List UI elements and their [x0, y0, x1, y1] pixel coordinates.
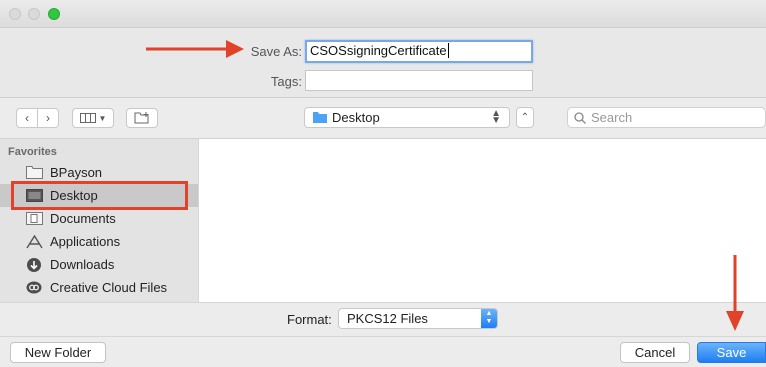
window-titlebar — [0, 0, 766, 28]
location-value: Desktop — [332, 110, 380, 125]
minimize-window-button[interactable] — [28, 8, 40, 20]
search-field[interactable]: Search — [567, 107, 766, 128]
documents-icon — [25, 212, 43, 226]
sidebar-item-label: Downloads — [50, 257, 115, 272]
chevron-down-icon: ▼ — [98, 113, 107, 123]
save-button[interactable]: Save — [697, 342, 766, 363]
format-label: Format: — [287, 312, 332, 327]
search-icon — [574, 111, 586, 124]
updown-arrows-icon: ▲ ▼ — [491, 108, 501, 126]
zoom-window-button[interactable] — [48, 8, 60, 20]
sidebar-item-downloads[interactable]: Downloads — [0, 253, 198, 276]
sidebar-item-documents[interactable]: Documents — [0, 207, 198, 230]
close-window-button[interactable] — [9, 8, 21, 20]
file-list[interactable] — [199, 139, 766, 302]
format-value: PKCS12 Files — [347, 311, 428, 326]
updown-arrows-icon: ▲ ▼ — [481, 309, 497, 328]
cancel-button[interactable]: Cancel — [620, 342, 690, 363]
save-header: Save As: CSOSsigningCertificate Tags: — [0, 28, 766, 98]
annotation-highlight-box — [11, 181, 188, 210]
new-folder-icon — [134, 112, 149, 124]
chevron-left-icon: ‹ — [25, 111, 29, 125]
sidebar: Favorites BPayson Desktop Documents Appl… — [0, 139, 199, 302]
chevron-up-icon: ⌃ — [520, 112, 530, 123]
search-placeholder: Search — [591, 110, 633, 125]
save-as-label: Save As: — [250, 44, 302, 59]
tags-label: Tags: — [270, 74, 302, 89]
back-button[interactable]: ‹ — [16, 108, 38, 128]
columns-view-icon — [79, 113, 96, 123]
new-folder-button[interactable]: New Folder — [10, 342, 106, 363]
filename-input[interactable]: CSOSsigningCertificate — [305, 40, 533, 63]
format-popup[interactable]: PKCS12 Files ▲ ▼ — [338, 308, 498, 329]
sidebar-item-label: BPayson — [50, 165, 103, 180]
sidebar-item-label: Creative Cloud Files — [50, 280, 168, 295]
sidebar-item-label: Documents — [50, 211, 116, 226]
tags-input[interactable] — [305, 70, 533, 91]
creative-cloud-icon — [25, 281, 43, 295]
browser-toolbar: ‹ › ▼ Desktop ▲ ▼ ⌃ Search — [0, 98, 766, 139]
new-folder-toolbar-button[interactable] — [126, 108, 158, 128]
blue-folder-icon — [313, 112, 327, 123]
chevron-right-icon: › — [46, 111, 50, 125]
downloads-icon — [25, 257, 43, 272]
view-mode-button[interactable]: ▼ — [72, 108, 114, 128]
sidebar-item-applications[interactable]: Applications — [0, 230, 198, 253]
button-bar: New Folder Cancel Save — [0, 336, 766, 367]
annotation-arrow-down-icon — [726, 255, 744, 331]
location-popup[interactable]: Desktop ▲ ▼ — [304, 107, 510, 128]
sidebar-section-favorites: Favorites — [8, 146, 57, 158]
expand-toggle-button[interactable]: ⌃ — [516, 107, 534, 128]
format-bar: Format: PKCS12 Files ▲ ▼ — [0, 255, 766, 336]
folder-icon — [25, 166, 43, 180]
sidebar-item-creative-cloud[interactable]: Creative Cloud Files — [0, 276, 198, 299]
sidebar-item-label: Applications — [50, 234, 121, 249]
forward-button[interactable]: › — [37, 108, 59, 128]
filename-value: CSOSsigningCertificate — [310, 43, 447, 58]
applications-icon — [25, 234, 43, 249]
